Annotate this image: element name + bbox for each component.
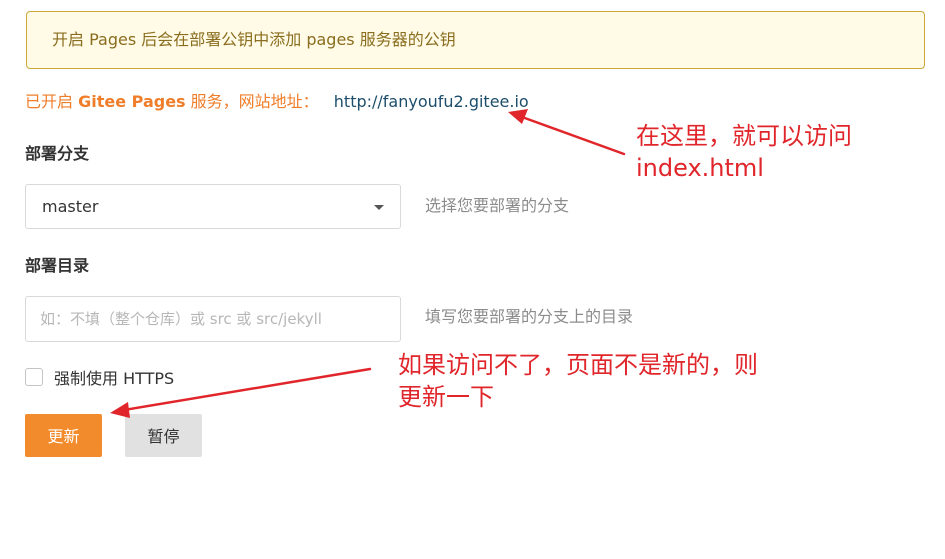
pages-status-line: 已开启 Gitee Pages 服务，网站地址： http://fanyoufu… <box>25 90 529 114</box>
branch-select[interactable]: master <box>25 184 401 229</box>
branch-label: 部署分支 <box>25 144 90 163</box>
annotation-url-line1: 在这里，就可以访问 <box>636 122 852 150</box>
annotation-url-line2: index.html <box>636 154 764 182</box>
force-https-row: 强制使用 HTTPS <box>25 366 174 388</box>
force-https-checkbox[interactable] <box>25 368 43 386</box>
chevron-down-icon <box>374 205 384 210</box>
update-button[interactable]: 更新 <box>25 414 102 457</box>
annotation-arrows <box>110 109 626 418</box>
annotation-update-line1: 如果访问不了，页面不是新的，则 <box>398 351 758 379</box>
annotation-update-note: 如果访问不了，页面不是新的，则 更新一下 <box>398 349 758 413</box>
annotation-url-note: 在这里，就可以访问 index.html <box>636 120 852 184</box>
status-suffix: 服务，网站地址： <box>190 92 319 111</box>
arrow-to-url <box>508 109 626 156</box>
directory-input[interactable] <box>25 296 401 342</box>
directory-hint: 填写您要部署的分支上的目录 <box>425 307 634 326</box>
status-prefix: 已开启 <box>25 92 74 111</box>
branch-hint: 选择您要部署的分支 <box>425 196 570 215</box>
directory-label: 部署目录 <box>25 256 90 275</box>
annotation-update-line2: 更新一下 <box>398 383 494 411</box>
force-https-label[interactable]: 强制使用 HTTPS <box>54 365 174 389</box>
status-service-name: Gitee Pages <box>78 92 186 111</box>
branch-selected-value: master <box>42 197 99 216</box>
pages-settings-panel: 开启 Pages 后会在部署公钥中添加 pages 服务器的公钥 已开启 Git… <box>0 0 945 559</box>
pause-button[interactable]: 暂停 <box>125 414 202 457</box>
pages-notice-banner: 开启 Pages 后会在部署公钥中添加 pages 服务器的公钥 <box>26 11 925 69</box>
site-url-link[interactable]: http://fanyoufu2.gitee.io <box>334 92 529 111</box>
notice-text: 开启 Pages 后会在部署公钥中添加 pages 服务器的公钥 <box>52 30 456 49</box>
